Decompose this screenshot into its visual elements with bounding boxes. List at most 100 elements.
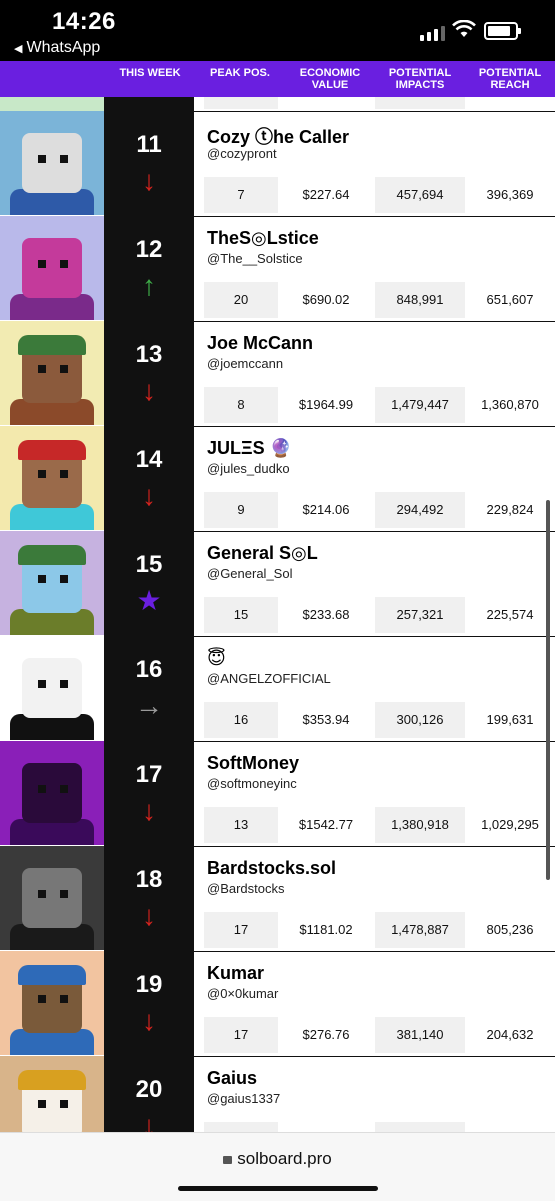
avatar-eye: [60, 575, 68, 583]
peak-position-cell: 20: [204, 282, 278, 318]
rank-column: 14 ↓: [104, 426, 194, 531]
trend-icon: →: [135, 690, 163, 721]
table-row[interactable]: 16 → 😇 @ANGELZOFFICIAL 16 $353.94 300,12…: [0, 636, 555, 742]
potential-impacts-cell: 300,126: [375, 702, 465, 738]
rank-number: 11: [136, 131, 162, 158]
avatar-eye: [38, 365, 46, 373]
trend-icon: ↓: [142, 1005, 156, 1036]
leaderboard: 11 ↓ Cozy ⓣhe Caller @cozypront 7 $227.6…: [0, 97, 555, 1132]
avatar: [0, 321, 104, 425]
user-handle[interactable]: @General_Sol: [207, 566, 292, 581]
rank-column: 13 ↓: [104, 321, 194, 426]
user-name[interactable]: JULΞS 🔮: [207, 438, 292, 459]
table-row[interactable]: 18 ↓ Bardstocks.sol @Bardstocks 17 $1181…: [0, 846, 555, 952]
table-row[interactable]: 11 ↓ Cozy ⓣhe Caller @cozypront 7 $227.6…: [0, 111, 555, 217]
avatar: [0, 1056, 104, 1132]
user-handle[interactable]: @cozypront: [207, 146, 277, 161]
table-row[interactable]: 14 ↓ JULΞS 🔮 @jules_dudko 9 $214.06 294,…: [0, 426, 555, 532]
avatar-eye: [38, 155, 46, 163]
home-indicator[interactable]: [178, 1186, 378, 1191]
avatar-eye: [60, 890, 68, 898]
header-reach: POTENTIAL REACH: [478, 67, 542, 91]
user-name[interactable]: Kumar: [207, 963, 264, 984]
economic-value-cell: $690.02: [284, 282, 368, 318]
trend-icon: ↓: [142, 900, 156, 931]
table-row-partial: [0, 97, 555, 112]
avatar-eye: [38, 260, 46, 268]
potential-reach-cell: 651,607: [465, 282, 555, 318]
potential-impacts-cell: 1,380,918: [375, 807, 465, 843]
potential-impacts-cell: 1,478,887: [375, 912, 465, 948]
user-handle[interactable]: @softmoneyinc: [207, 776, 297, 791]
potential-impacts-cell: 381,140: [375, 1017, 465, 1053]
avatar: [0, 951, 104, 1055]
back-to-app-link[interactable]: ◀ WhatsApp: [14, 39, 100, 57]
avatar-eye: [38, 995, 46, 1003]
table-row[interactable]: 13 ↓ Joe McCann @joemccann 8 $1964.99 1,…: [0, 321, 555, 427]
potential-impacts-cell: 1,479,447: [375, 387, 465, 423]
peak-position-cell: 17: [204, 912, 278, 948]
avatar-eye: [60, 365, 68, 373]
user-handle[interactable]: @joemccann: [207, 356, 283, 371]
table-row[interactable]: 12 ↑ TheS◎Lstice @The__Solstice 20 $690.…: [0, 216, 555, 322]
avatar-eye: [38, 785, 46, 793]
signal-icon: [420, 26, 445, 41]
rank-column: 20 ↓: [104, 1056, 194, 1132]
peak-position-cell: 17: [204, 1017, 278, 1053]
user-handle[interactable]: @The__Solstice: [207, 251, 303, 266]
avatar-face: [22, 658, 82, 718]
url-display[interactable]: solboard.pro: [0, 1149, 555, 1169]
rank-column: 15 ★: [104, 531, 194, 636]
table-row[interactable]: 15 ★ General S◎L @General_Sol 15 $233.68…: [0, 531, 555, 637]
potential-impacts-cell: [375, 1122, 465, 1132]
user-name[interactable]: SoftMoney: [207, 753, 299, 774]
user-handle[interactable]: @0×0kumar: [207, 986, 278, 1001]
rank-column: 17 ↓: [104, 741, 194, 846]
url-text: solboard.pro: [237, 1149, 332, 1168]
user-name[interactable]: 😇: [207, 648, 226, 669]
potential-reach-cell: 1,360,870: [465, 387, 555, 423]
header-peak: PEAK POS.: [210, 67, 270, 79]
potential-impacts-cell: 457,694: [375, 177, 465, 213]
rank-number: 13: [135, 341, 163, 368]
rank-number: 16: [135, 656, 163, 683]
user-name[interactable]: Bardstocks.sol: [207, 858, 336, 879]
peak-position-cell: 9: [204, 492, 278, 528]
user-handle[interactable]: @gaius1337: [207, 1091, 280, 1106]
potential-reach-cell: 199,631: [465, 702, 555, 738]
peak-position-cell: 15: [204, 597, 278, 633]
economic-value-cell: $1964.99: [284, 387, 368, 423]
user-name[interactable]: Joe McCann: [207, 333, 313, 354]
economic-value-cell: $214.06: [284, 492, 368, 528]
table-row[interactable]: 19 ↓ Kumar @0×0kumar 17 $276.76 381,140 …: [0, 951, 555, 1057]
lock-icon: [223, 1156, 233, 1164]
avatar: [0, 97, 104, 111]
user-handle[interactable]: @ANGELZOFFICIAL: [207, 671, 331, 686]
user-name[interactable]: TheS◎Lstice: [207, 228, 319, 249]
economic-value-cell: $233.68: [284, 597, 368, 633]
table-row[interactable]: 17 ↓ SoftMoney @softmoneyinc 13 $1542.77…: [0, 741, 555, 847]
rank-number: 12: [135, 236, 163, 263]
avatar-eye: [38, 680, 46, 688]
trend-icon: ↓: [142, 795, 156, 826]
avatar-eye: [60, 1100, 68, 1108]
user-handle[interactable]: @jules_dudko: [207, 461, 290, 476]
table-row[interactable]: 20 ↓ Gaius @gaius1337: [0, 1056, 555, 1132]
avatar-hat: [18, 440, 86, 460]
avatar: [0, 111, 104, 215]
potential-reach-cell: 229,824: [465, 492, 555, 528]
user-name[interactable]: Gaius: [207, 1068, 257, 1089]
header-this-week: THIS WEEK: [119, 67, 181, 79]
browser-url-bar[interactable]: solboard.pro: [0, 1132, 555, 1201]
avatar-face: [22, 868, 82, 928]
avatar-hat: [18, 1070, 86, 1090]
avatar-eye: [38, 575, 46, 583]
scrollbar[interactable]: [546, 500, 550, 880]
avatar-hat: [18, 335, 86, 355]
back-triangle-icon: ◀: [14, 42, 23, 55]
header-impacts: POTENTIAL IMPACTS: [388, 67, 452, 91]
user-handle[interactable]: @Bardstocks: [207, 881, 285, 896]
peak-position-cell: 16: [204, 702, 278, 738]
avatar-eye: [60, 785, 68, 793]
user-name[interactable]: General S◎L: [207, 543, 318, 564]
